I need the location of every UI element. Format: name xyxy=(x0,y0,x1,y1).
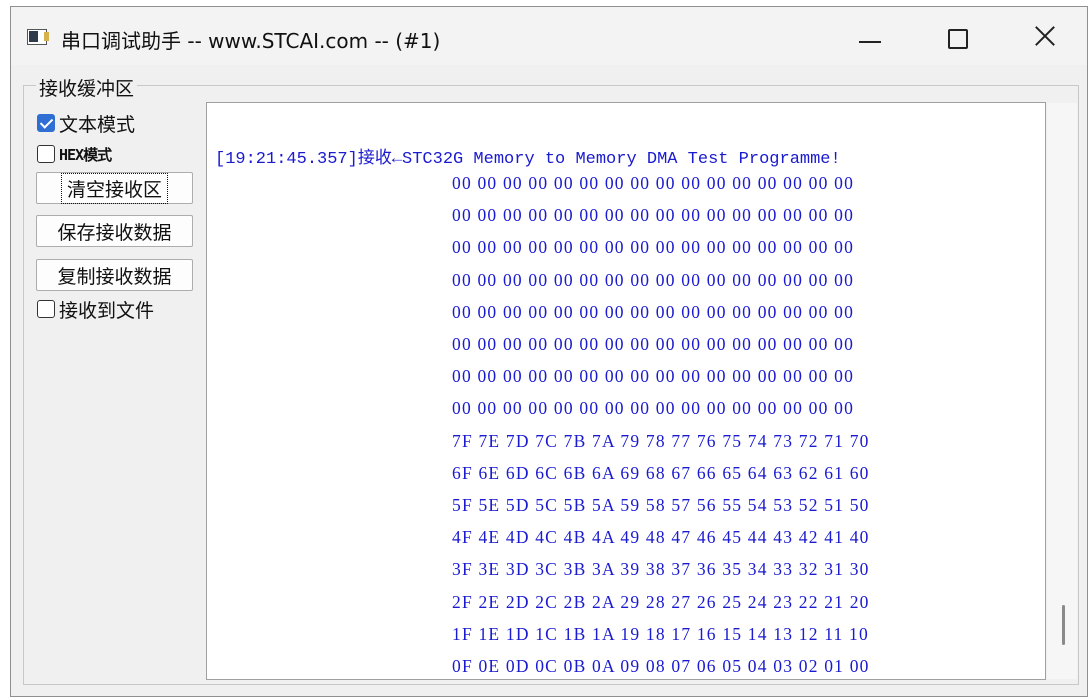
close-button[interactable] xyxy=(1017,17,1073,57)
clear-receive-button[interactable]: 清空接收区 xyxy=(36,172,193,204)
hex-mode-label: HEX模式 xyxy=(59,145,112,164)
receive-log-line: 00 00 00 00 00 00 00 00 00 00 00 00 00 0… xyxy=(452,205,855,226)
receive-log-line: 00 00 00 00 00 00 00 00 00 00 00 00 00 0… xyxy=(452,173,855,193)
save-receive-button[interactable]: 保存接收数据 xyxy=(36,215,193,247)
window-title: 串口调试助手 -- www.STCAI.com -- (#1) xyxy=(61,29,441,53)
maximize-button[interactable] xyxy=(929,17,985,57)
receive-log-line: 2F 2E 2D 2C 2B 2A 29 28 27 26 25 24 23 2… xyxy=(452,591,870,612)
hex-mode-checkbox[interactable]: HEX模式 xyxy=(37,142,112,166)
receive-log-line: 00 00 00 00 00 00 00 00 00 00 00 00 00 0… xyxy=(452,237,855,258)
receive-log-line: 4F 4E 4D 4C 4B 4A 49 48 47 46 45 44 43 4… xyxy=(452,527,870,548)
receive-log-line: 6F 6E 6D 6C 6B 6A 69 68 67 66 65 64 63 6… xyxy=(452,462,870,483)
checkbox-unchecked-icon xyxy=(37,300,55,318)
receive-log-line: 00 00 00 00 00 00 00 00 00 00 00 00 00 0… xyxy=(452,366,855,387)
minimize-icon xyxy=(859,41,881,43)
receive-log-line: 5F 5E 5D 5C 5B 5A 59 58 57 56 55 54 53 5… xyxy=(452,495,870,515)
text-mode-label: 文本模式 xyxy=(59,113,136,136)
receive-buffer-title: 接收缓冲区 xyxy=(36,74,138,101)
receive-log-line: 00 00 00 00 00 00 00 00 00 00 00 00 00 0… xyxy=(452,301,855,322)
receive-log-line: 00 00 00 00 00 00 00 00 00 00 00 00 00 0… xyxy=(452,334,855,354)
receive-to-file-checkbox[interactable]: 接收到文件 xyxy=(37,297,155,322)
vertical-scrollbar[interactable] xyxy=(1047,103,1077,679)
receive-log-line: 1F 1E 1D 1C 1B 1A 19 18 17 16 15 14 13 1… xyxy=(452,623,869,644)
minimize-button[interactable] xyxy=(841,17,897,57)
checkbox-checked-icon xyxy=(37,114,55,132)
receive-log-line: 00 00 00 00 00 00 00 00 00 00 00 00 00 0… xyxy=(452,269,855,290)
receive-log-header: [19:21:45.357]接收←STC32G Memory to Memory… xyxy=(215,150,841,169)
copy-receive-button[interactable]: 复制接收数据 xyxy=(36,259,193,291)
scrollbar-thumb[interactable] xyxy=(1062,605,1065,645)
receive-log-line: 0F 0E 0D 0C 0B 0A 09 08 07 06 05 04 03 0… xyxy=(452,656,870,676)
receive-to-file-label: 接收到文件 xyxy=(59,299,155,322)
app-window: 串口调试助手 -- www.STCAI.com -- (#1) 接收缓冲区 文本… xyxy=(10,6,1088,697)
receive-text-area[interactable]: [19:21:45.357]接收←STC32G Memory to Memory… xyxy=(206,102,1046,680)
receive-log-line: 7F 7E 7D 7C 7B 7A 79 78 77 76 75 74 73 7… xyxy=(452,430,870,451)
receive-log-line: 3F 3E 3D 3C 3B 3A 39 38 37 36 35 34 33 3… xyxy=(452,559,870,580)
serial-app-icon xyxy=(27,29,49,46)
title-bar[interactable]: 串口调试助手 -- www.STCAI.com -- (#1) xyxy=(11,7,1087,65)
text-mode-checkbox[interactable]: 文本模式 xyxy=(37,111,136,136)
maximize-icon xyxy=(948,29,968,49)
receive-log-line: 00 00 00 00 00 00 00 00 00 00 00 00 00 0… xyxy=(452,398,855,419)
checkbox-unchecked-icon xyxy=(37,145,55,163)
